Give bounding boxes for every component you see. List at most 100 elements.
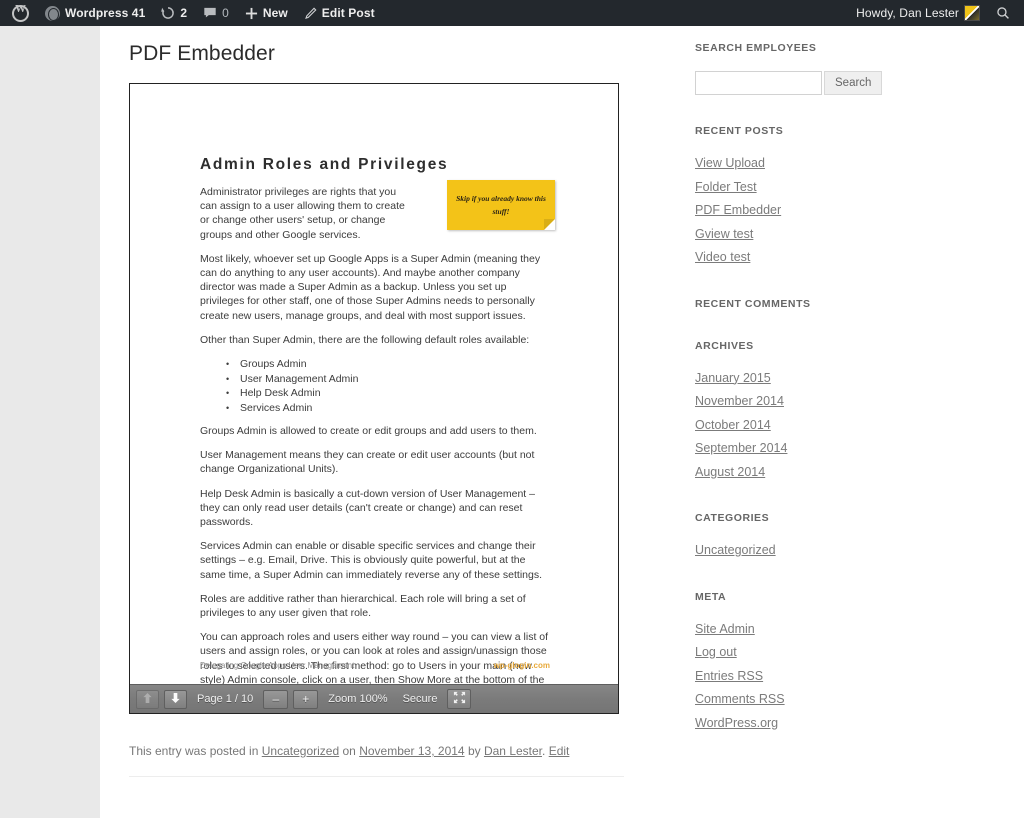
previous-page-button[interactable] [136, 689, 159, 709]
wp-logo-menu[interactable] [4, 0, 37, 26]
meta-link[interactable]: Site Admin [695, 622, 755, 636]
page-indicator: Page 1 / 10 [197, 693, 254, 705]
meta-link[interactable]: Entries RSS [695, 669, 763, 683]
pdf-paragraph: Other than Super Admin, there are the fo… [200, 333, 530, 346]
pdf-page-canvas: Skip if you already know this stuff! Adm… [130, 84, 618, 684]
list-item: Log out [695, 643, 895, 663]
list-item: Help Desk Admin [226, 386, 550, 401]
meta-link[interactable]: Log out [695, 645, 737, 659]
widget-archives: Archives January 2015 November 2014 Octo… [695, 340, 895, 483]
edit-post-label: Edit Post [321, 6, 375, 20]
list-item: October 2014 [695, 416, 895, 436]
pdf-roles-list: Groups Admin User Management Admin Help … [200, 357, 550, 415]
entry-meta-on: on [342, 744, 356, 758]
home-icon [45, 5, 60, 21]
recent-post-link[interactable]: PDF Embedder [695, 203, 781, 217]
zoom-in-button[interactable]: + [293, 689, 319, 709]
recent-post-link[interactable]: Folder Test [695, 180, 757, 194]
widget-title: Archives [695, 339, 754, 352]
archive-link[interactable]: September 2014 [695, 441, 787, 455]
list-item: Entries RSS [695, 667, 895, 687]
recent-post-link[interactable]: Gview test [695, 227, 753, 241]
next-page-button[interactable] [164, 689, 187, 709]
archive-link[interactable]: January 2015 [695, 371, 771, 385]
comments-count: 0 [222, 6, 229, 20]
sidebar: Search Employees Search Recent Posts Vie… [695, 42, 895, 763]
pdf-paragraph: Most likely, whoever set up Google Apps … [200, 252, 541, 322]
browser-viewport: PDF Embedder Skip if you already know th… [0, 26, 1024, 818]
pdf-paragraph: Groups Admin is allowed to create or edi… [200, 425, 537, 438]
list-item: Video test [695, 248, 895, 268]
list-item: View Upload [695, 154, 895, 174]
avatar [964, 5, 980, 21]
howdy-label: Howdy, Dan Lester [856, 6, 959, 20]
new-label: New [262, 6, 288, 20]
pdf-footer-left: Delegating Google Apps User Management [200, 661, 355, 670]
entry-meta-period: . [542, 744, 546, 758]
pdf-text-layer: Admin Roles and Privileges Administrator… [200, 156, 550, 684]
pdf-paragraph: You can approach roles and users either … [200, 631, 549, 684]
entry-meta-prefix: This entry was posted in [129, 744, 259, 758]
archives-list: January 2015 November 2014 October 2014 … [695, 369, 895, 483]
widget-categories: Categories Uncategorized [695, 512, 895, 561]
archive-link[interactable]: November 2014 [695, 394, 784, 408]
arrow-down-icon [170, 692, 181, 707]
list-item: January 2015 [695, 369, 895, 389]
secure-label: Secure [402, 693, 438, 705]
site-page: PDF Embedder Skip if you already know th… [100, 26, 1024, 818]
list-item: Comments RSS [695, 690, 895, 710]
recent-posts-list: View Upload Folder Test PDF Embedder Gvi… [695, 154, 895, 268]
entry-meta-by: by [467, 744, 481, 758]
widget-recent-posts: Recent Posts View Upload Folder Test PDF… [695, 125, 895, 268]
admin-bar-right-group: Howdy, Dan Lester [848, 0, 1024, 26]
list-item: Groups Admin [226, 357, 550, 372]
page-title: PDF Embedder [129, 42, 275, 65]
my-account-menu[interactable]: Howdy, Dan Lester [848, 0, 988, 26]
recent-post-link[interactable]: View Upload [695, 156, 765, 170]
category-link[interactable]: Uncategorized [695, 543, 776, 557]
list-item: Uncategorized [695, 541, 895, 561]
pdf-page-footer: Delegating Google Apps User Management w… [200, 661, 550, 670]
entry-edit-link[interactable]: Edit [549, 744, 570, 758]
list-item: PDF Embedder [695, 201, 895, 221]
widget-title: Meta [695, 590, 727, 603]
plus-icon [245, 7, 258, 20]
widget-meta: Meta Site Admin Log out Entries RSS Comm… [695, 591, 895, 734]
search-toggle[interactable] [988, 0, 1018, 26]
search-input[interactable] [695, 71, 822, 95]
admin-bar-left-group: Wordpress 41 2 0 [0, 0, 383, 26]
arrow-up-icon [142, 692, 153, 707]
entry-category-link[interactable]: Uncategorized [262, 744, 339, 758]
pencil-icon [304, 7, 317, 20]
list-item: Folder Test [695, 178, 895, 198]
updates-menu[interactable]: 2 [153, 0, 195, 26]
comments-menu[interactable]: 0 [195, 0, 237, 26]
pdf-paragraph: Help Desk Admin is basically a cut-down … [200, 487, 535, 529]
fullscreen-icon [453, 691, 466, 707]
entry-date-link[interactable]: November 13, 2014 [359, 744, 464, 758]
search-button[interactable]: Search [824, 71, 883, 95]
comment-bubble-icon [203, 6, 217, 20]
recent-post-link[interactable]: Video test [695, 250, 750, 264]
list-item: User Management Admin [226, 372, 550, 387]
archive-link[interactable]: October 2014 [695, 418, 771, 432]
widget-title: Recent Posts [695, 125, 784, 137]
pdf-toolbar: Page 1 / 10 – + Zoom 100% Secure [130, 684, 618, 713]
meta-link[interactable]: Comments RSS [695, 692, 785, 706]
zoom-out-button[interactable]: – [263, 689, 289, 709]
entry-author-link[interactable]: Dan Lester [484, 744, 542, 758]
fullscreen-button[interactable] [447, 689, 472, 709]
site-name-menu[interactable]: Wordpress 41 [37, 0, 153, 26]
archive-link[interactable]: August 2014 [695, 465, 765, 479]
pdf-embed-viewer[interactable]: Skip if you already know this stuff! Adm… [129, 83, 619, 714]
list-item: August 2014 [695, 463, 895, 483]
list-item: September 2014 [695, 439, 895, 459]
edit-post-link[interactable]: Edit Post [296, 0, 383, 26]
meta-link[interactable]: WordPress.org [695, 716, 778, 730]
new-content-menu[interactable]: New [237, 0, 296, 26]
pdf-heading: Admin Roles and Privileges [200, 156, 449, 173]
pdf-paragraph: User Management means they can create or… [200, 449, 535, 476]
list-item: Site Admin [695, 620, 895, 640]
wp-admin-bar: Wordpress 41 2 0 [0, 0, 1024, 26]
updates-count: 2 [180, 6, 188, 20]
